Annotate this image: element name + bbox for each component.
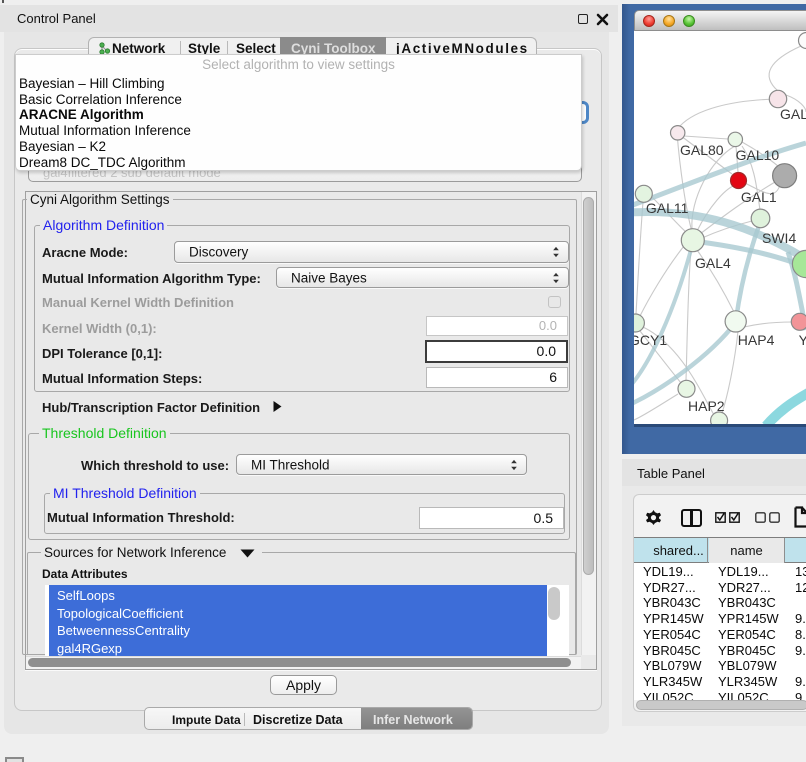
svg-text:HAP4: HAP4 bbox=[738, 332, 775, 348]
svg-text:GAL2: GAL2 bbox=[780, 106, 806, 122]
svg-text:GAL80: GAL80 bbox=[680, 142, 724, 158]
svg-text:GCY1: GCY1 bbox=[634, 332, 667, 348]
svg-text:YM: YM bbox=[799, 332, 806, 348]
svg-text:GAL10: GAL10 bbox=[736, 147, 780, 163]
svg-text:GAL4: GAL4 bbox=[695, 255, 731, 271]
svg-text:GAL1: GAL1 bbox=[741, 189, 777, 205]
svg-text:GAL11: GAL11 bbox=[646, 200, 689, 216]
svg-text:SWI4: SWI4 bbox=[762, 230, 796, 246]
svg-text:HAP2: HAP2 bbox=[688, 398, 725, 414]
